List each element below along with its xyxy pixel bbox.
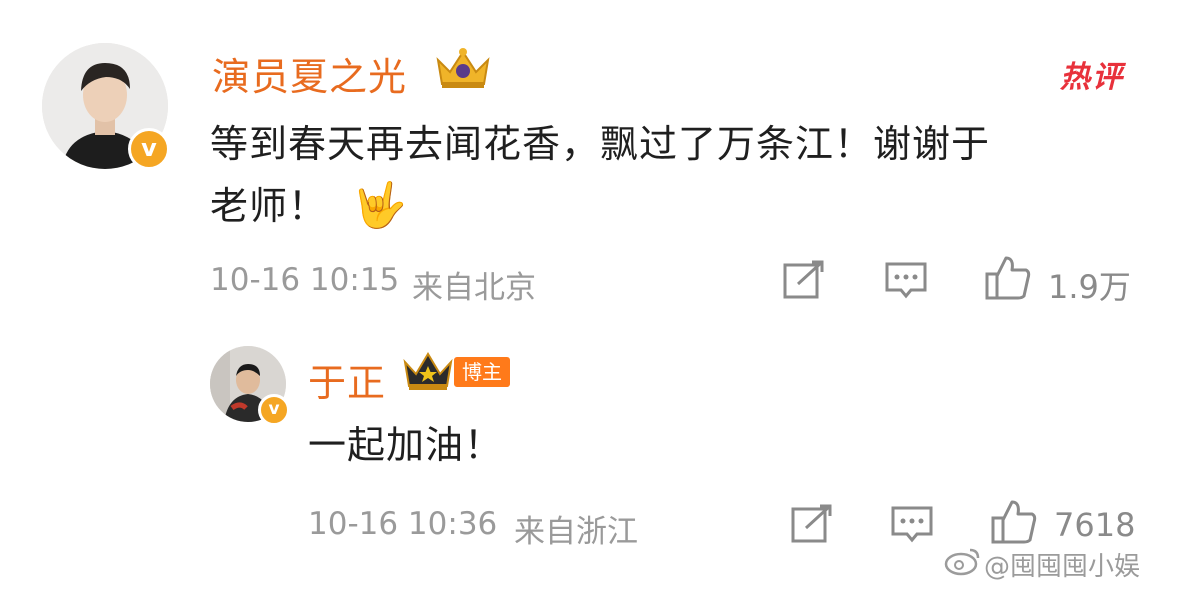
comment-like-count: 1.9万 xyxy=(1048,268,1131,306)
comment-icon[interactable] xyxy=(884,260,928,300)
comment-text-line2: 老师！ xyxy=(210,184,328,228)
blogger-badge: 博主 xyxy=(454,357,510,387)
comment-location: 来自北京 xyxy=(412,270,536,306)
watermark-text: @囤囤囤小娱 xyxy=(984,552,1141,582)
reply-timestamp: 10-16 10:36 xyxy=(308,506,498,542)
like-icon[interactable] xyxy=(984,254,1032,302)
crown-level-icon xyxy=(434,44,492,90)
crown-level-icon xyxy=(402,350,454,392)
rock-hand-emoji: 🤟 xyxy=(352,180,407,231)
verified-badge-icon: v xyxy=(258,394,290,426)
comment-timestamp: 10-16 10:15 xyxy=(210,262,400,298)
reply-location: 来自浙江 xyxy=(514,514,638,550)
reply-author-name[interactable]: 于正 xyxy=(308,352,386,407)
hot-comment-label: 热评 xyxy=(1060,60,1124,95)
verified-badge-icon: v xyxy=(128,128,170,170)
comment-icon[interactable] xyxy=(890,504,934,544)
share-icon[interactable] xyxy=(782,260,826,300)
comment-author-name[interactable]: 演员夏之光 xyxy=(212,46,407,101)
reply-like-count: 7618 xyxy=(1054,506,1136,544)
reply-text: 一起加油！ xyxy=(308,423,504,467)
comment-text-line1: 等到春天再去闻花香，飘过了万条江！谢谢于 xyxy=(210,122,991,166)
share-icon[interactable] xyxy=(790,504,834,544)
weibo-logo-icon xyxy=(944,546,982,576)
like-icon[interactable] xyxy=(990,498,1038,546)
